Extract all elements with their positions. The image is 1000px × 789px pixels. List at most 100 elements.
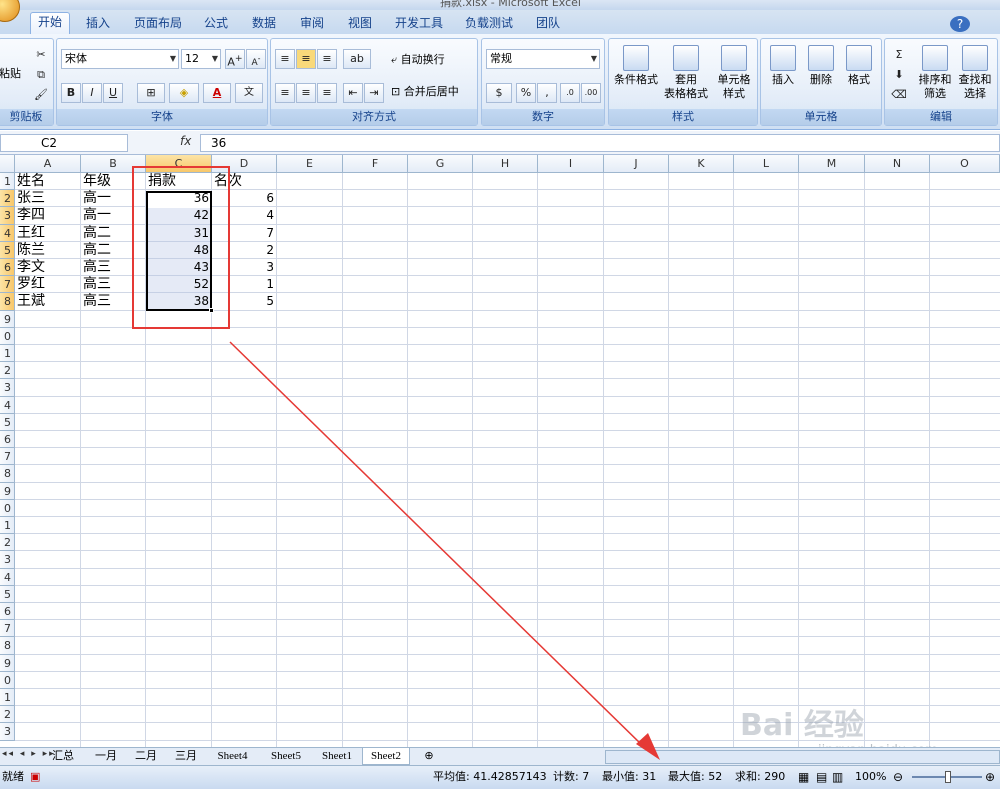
row-header[interactable]: 3 [0, 551, 15, 569]
zoom-in-icon[interactable]: ⊕ [985, 766, 995, 788]
table-cell[interactable]: 王斌 [17, 293, 45, 310]
increase-indent-icon[interactable]: ⇥ [364, 83, 384, 103]
font-size-combo[interactable]: 12 ▼ [181, 49, 221, 69]
column-header-j[interactable]: J [604, 155, 669, 173]
row-header[interactable]: 4 [0, 224, 15, 242]
shrink-font-icon[interactable]: A- [246, 49, 266, 69]
formula-input[interactable]: 36 [200, 134, 1000, 152]
find-select-button[interactable]: 查找和 选择 [955, 45, 995, 101]
row-header[interactable]: 2 [0, 534, 15, 552]
insert-cells-button[interactable]: 插入 [765, 45, 801, 87]
table-cell[interactable]: 张三 [17, 190, 45, 207]
row-header[interactable]: 7 [0, 620, 15, 638]
sheet-tab-7[interactable]: Sheet2 [362, 748, 410, 765]
wrap-text-button[interactable]: ⤶ 自动换行 [391, 53, 445, 67]
row-header[interactable]: 2 [0, 190, 15, 208]
insert-function-icon[interactable]: fx [180, 134, 191, 148]
column-header-m[interactable]: M [799, 155, 865, 173]
row-header[interactable]: 1 [0, 517, 15, 535]
decrease-decimal-icon[interactable]: .00 [581, 83, 601, 103]
page-break-view-icon[interactable]: ▥ [832, 766, 843, 788]
sheet-tab-1[interactable]: 一月 [86, 748, 126, 765]
row-header[interactable]: 9 [0, 654, 15, 672]
tab-home[interactable]: 开始 [30, 12, 70, 34]
row-header[interactable]: 7 [0, 448, 15, 466]
italic-button[interactable]: I [82, 83, 102, 103]
row-header[interactable]: 4 [0, 396, 15, 414]
select-all-corner[interactable] [0, 155, 15, 173]
autosum-icon[interactable]: Σ [889, 45, 909, 65]
bold-button[interactable]: B [61, 83, 81, 103]
tab-view[interactable]: 视图 [340, 14, 380, 34]
format-as-table-button[interactable]: 套用 表格格式 [659, 45, 713, 101]
column-header-h[interactable]: H [473, 155, 538, 173]
tab-team[interactable]: 团队 [528, 14, 568, 34]
row-header[interactable]: 1 [0, 345, 15, 363]
row-header[interactable]: 1 [0, 689, 15, 707]
table-cell[interactable]: 罗红 [17, 276, 45, 293]
underline-button[interactable]: U [103, 83, 123, 103]
column-header-i[interactable]: I [538, 155, 604, 173]
normal-view-icon[interactable]: ▦ [798, 766, 809, 788]
sheet-tab-6[interactable]: Sheet1 [312, 748, 362, 765]
comma-button[interactable]: , [537, 83, 557, 103]
sheet-tab-0[interactable]: 汇总 [44, 748, 82, 765]
borders-icon[interactable]: ⊞ [137, 83, 165, 103]
row-header[interactable]: 6 [0, 603, 15, 621]
clear-icon[interactable]: ⌫ [889, 85, 909, 105]
sort-filter-button[interactable]: 排序和 筛选 [915, 45, 955, 101]
table-cell[interactable]: 高三 [83, 276, 111, 293]
format-cells-button[interactable]: 格式 [841, 45, 877, 87]
row-header[interactable]: 1 [0, 173, 15, 191]
tab-review[interactable]: 审阅 [292, 14, 332, 34]
row-header[interactable]: 9 [0, 310, 15, 328]
cut-icon[interactable]: ✂ [31, 45, 51, 65]
page-layout-view-icon[interactable]: ▤ [816, 766, 827, 788]
row-header[interactable]: 8 [0, 293, 15, 311]
decrease-indent-icon[interactable]: ⇤ [343, 83, 363, 103]
conditional-format-button[interactable]: 条件格式 [611, 45, 661, 87]
paste-button[interactable]: 粘贴 [0, 67, 21, 81]
column-header-a[interactable]: A [15, 155, 81, 173]
table-cell[interactable]: 高二 [83, 242, 111, 259]
header-cell[interactable]: 年级 [83, 173, 111, 190]
sheet-tab-3[interactable]: 三月 [166, 748, 206, 765]
tab-load-test[interactable]: 负载测试 [458, 14, 520, 34]
align-right-icon[interactable]: ≡ [317, 83, 337, 103]
row-header[interactable]: 2 [0, 706, 15, 724]
grow-font-icon[interactable]: A+ [225, 49, 245, 69]
table-cell[interactable]: 王红 [17, 225, 45, 242]
table-cell[interactable]: 高三 [83, 259, 111, 276]
help-icon[interactable]: ? [950, 16, 970, 32]
font-name-combo[interactable]: 宋体 ▼ [61, 49, 179, 69]
copy-icon[interactable]: ⧉ [31, 65, 51, 85]
column-header-g[interactable]: G [408, 155, 473, 173]
macro-record-icon[interactable]: ▣ [30, 766, 40, 788]
header-cell[interactable]: 姓名 [17, 173, 45, 190]
orientation-icon[interactable]: ab [343, 49, 371, 69]
row-header[interactable]: 7 [0, 276, 15, 294]
align-top-icon[interactable]: ≡ [275, 49, 295, 69]
font-color-icon[interactable]: A [203, 83, 231, 103]
row-header[interactable]: 5 [0, 241, 15, 259]
insert-sheet-icon[interactable]: ⊕ [420, 748, 438, 765]
column-header-k[interactable]: K [669, 155, 734, 173]
column-header-n[interactable]: N [865, 155, 930, 173]
column-header-o[interactable]: O [930, 155, 1000, 173]
row-header[interactable]: 2 [0, 362, 15, 380]
align-bottom-icon[interactable]: ≡ [317, 49, 337, 69]
tab-data[interactable]: 数据 [244, 14, 284, 34]
row-header[interactable]: 5 [0, 585, 15, 603]
row-header[interactable]: 4 [0, 568, 15, 586]
align-left-icon[interactable]: ≡ [275, 83, 295, 103]
row-header[interactable]: 8 [0, 637, 15, 655]
zoom-slider-thumb[interactable] [945, 771, 951, 783]
row-header[interactable]: 0 [0, 499, 15, 517]
sheet-tab-4[interactable]: Sheet4 [205, 748, 260, 765]
sheet-tab-5[interactable]: Sheet5 [260, 748, 312, 765]
zoom-level[interactable]: 100% [855, 766, 886, 788]
sheet-tab-2[interactable]: 二月 [126, 748, 166, 765]
row-header[interactable]: 0 [0, 671, 15, 689]
row-header[interactable]: 3 [0, 723, 15, 741]
currency-icon[interactable]: $ [486, 83, 512, 103]
